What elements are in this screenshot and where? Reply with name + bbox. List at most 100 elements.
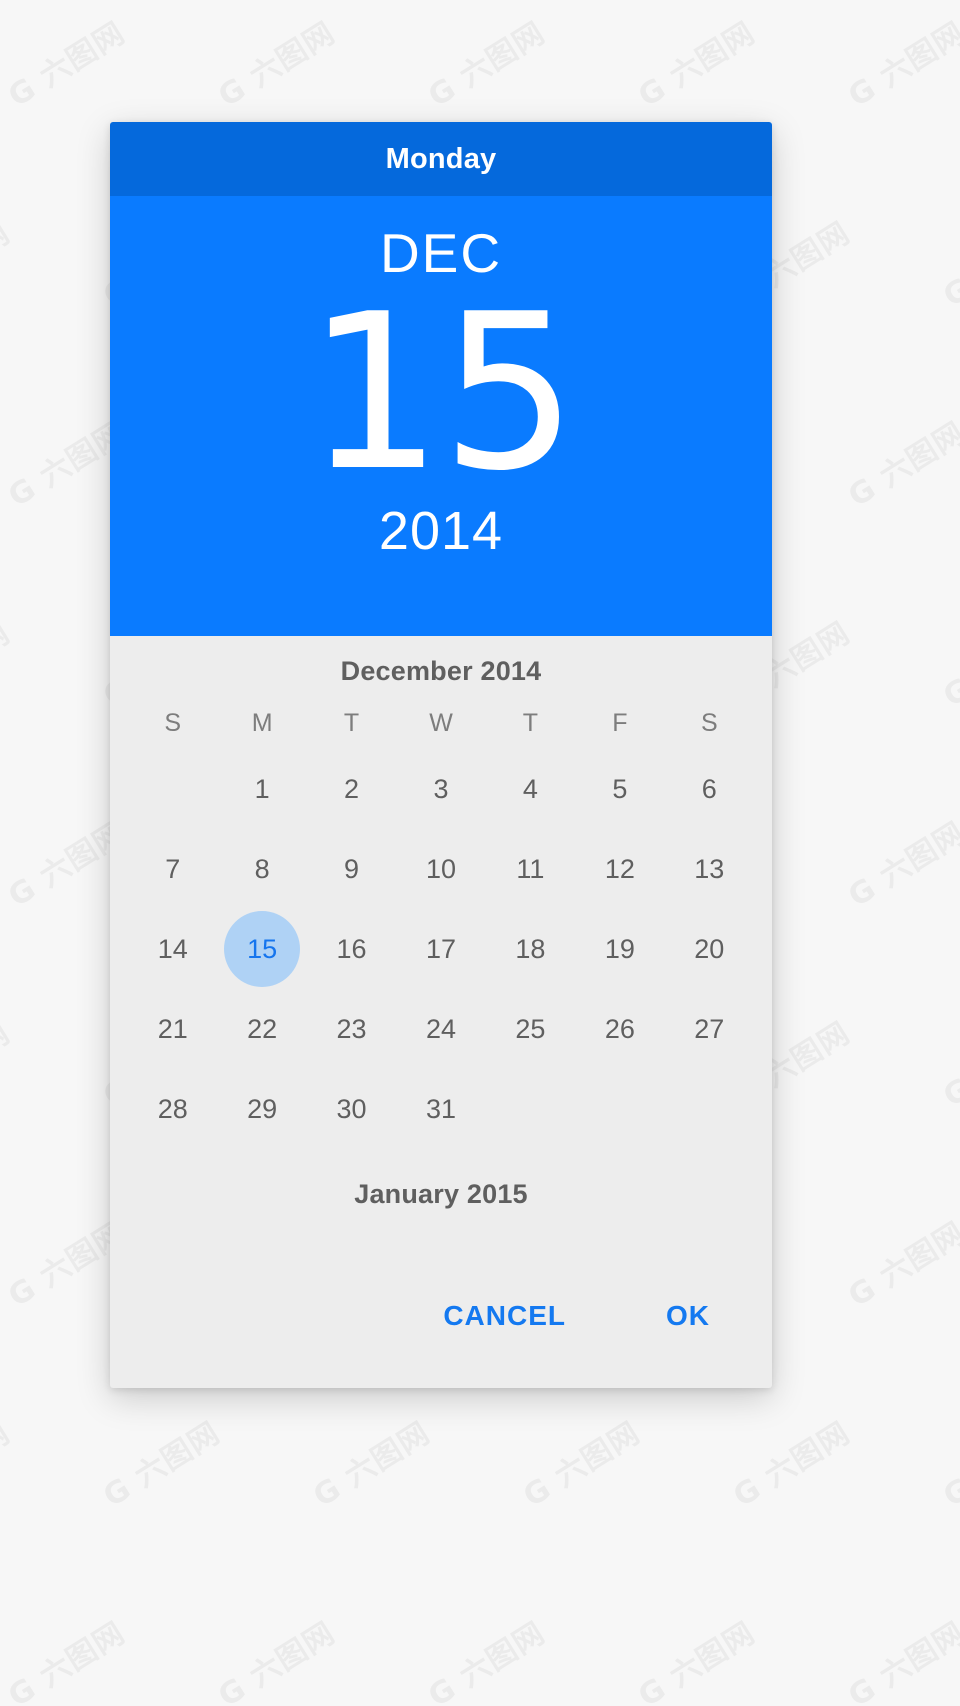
watermark-text: G 六图网: [0, 1015, 17, 1115]
day-cell[interactable]: 11: [486, 829, 575, 909]
day-cell[interactable]: 10: [396, 829, 485, 909]
watermark-text: G 六图网: [937, 1416, 960, 1515]
watermark-text: G 六图网: [422, 1615, 552, 1706]
day-number: 15: [247, 933, 278, 964]
weekday-header-4: T: [522, 709, 539, 737]
current-month-title: December 2014: [340, 656, 542, 686]
weekday-header-5: F: [612, 709, 628, 737]
day-number: 5: [612, 773, 628, 804]
day-number: 19: [604, 933, 635, 964]
day-number: 26: [604, 1013, 635, 1044]
day-cell[interactable]: 14: [128, 909, 217, 989]
day-cell[interactable]: 23: [307, 989, 396, 1069]
watermark-text: G 六图网: [842, 15, 960, 115]
ok-button[interactable]: OK: [662, 1290, 714, 1342]
day-number: 6: [701, 773, 717, 804]
day-number: 25: [515, 1013, 546, 1044]
day-cell[interactable]: 13: [665, 829, 754, 909]
watermark-text: G 六图网: [212, 15, 342, 115]
day-cell[interactable]: 30: [307, 1069, 396, 1149]
day-number: 30: [336, 1093, 367, 1124]
day-number: 1: [254, 773, 270, 804]
next-month-title[interactable]: January 2015: [110, 1149, 772, 1210]
day-cell[interactable]: 16: [307, 909, 396, 989]
day-number: 31: [425, 1093, 457, 1124]
day-cell[interactable]: 25: [486, 989, 575, 1069]
calendar-body: December 2014 SMTWTFS 1 2 3 4 5 6 7 8 9 10 11 12 13 1…: [110, 636, 772, 1210]
day-cell[interactable]: 24: [396, 989, 485, 1069]
watermark-text: G 六图网: [517, 1415, 647, 1515]
watermark-text: G 六图网: [212, 1615, 342, 1706]
day-cell[interactable]: 2: [307, 749, 396, 829]
day-cell-selected[interactable]: 15: [217, 909, 306, 989]
day-cell[interactable]: 12: [575, 829, 664, 909]
day-number: 11: [516, 853, 545, 884]
day-number: 16: [336, 933, 367, 964]
watermark-text: G 六图网: [937, 616, 960, 715]
hero-year[interactable]: 2014: [379, 504, 503, 558]
watermark-text: G 六图网: [632, 15, 762, 115]
day-cell-empty: [486, 1069, 575, 1149]
weekday-header-1: M: [251, 709, 273, 737]
watermark-text: G 六图网: [937, 1016, 960, 1115]
watermark-text: G 六图网: [937, 216, 960, 315]
day-cell[interactable]: 28: [128, 1069, 217, 1149]
day-cell[interactable]: 8: [217, 829, 306, 909]
watermark-text: G 六图网: [727, 1415, 857, 1515]
day-cell[interactable]: 31: [396, 1069, 485, 1149]
day-number: 27: [694, 1013, 725, 1044]
watermark-text: G 六图网: [97, 1415, 227, 1515]
day-number: 17: [425, 933, 457, 964]
day-cell[interactable]: 21: [128, 989, 217, 1069]
watermark-text: G 六图网: [632, 1615, 762, 1706]
watermark-text: G 六图网: [842, 415, 960, 515]
day-cell[interactable]: 1: [217, 749, 306, 829]
day-number: 12: [604, 853, 635, 884]
day-cell[interactable]: 3: [396, 749, 485, 829]
day-cell-empty: [128, 749, 217, 829]
watermark-text: G 六图网: [0, 215, 17, 315]
day-number: 28: [157, 1093, 188, 1124]
day-number: 8: [254, 853, 270, 884]
day-number: 10: [425, 853, 457, 884]
day-cell[interactable]: 4: [486, 749, 575, 829]
days-grid: 1 2 3 4 5 6 7 8 9 10 11 12 13 14 15 16 17 18 19 20 21 22 23 24 2…: [110, 745, 772, 1149]
day-cell[interactable]: 9: [307, 829, 396, 909]
day-cell-empty: [575, 1069, 664, 1149]
watermark-text: G 六图网: [842, 1615, 960, 1706]
day-cell[interactable]: 18: [486, 909, 575, 989]
day-cell[interactable]: 20: [665, 909, 754, 989]
day-cell[interactable]: 7: [128, 829, 217, 909]
cancel-button[interactable]: CANCEL: [439, 1290, 570, 1342]
day-cell-empty: [665, 1069, 754, 1149]
day-number: 21: [157, 1013, 188, 1044]
day-number: 23: [336, 1013, 367, 1044]
hero-day-number[interactable]: 15: [306, 283, 578, 503]
day-cell[interactable]: 5: [575, 749, 664, 829]
dialog-actions: CANCEL OK: [110, 1290, 772, 1342]
day-cell[interactable]: 6: [665, 749, 754, 829]
date-picker-dialog: Monday DEC 15 2014 December 2014 S M T W T F S…: [110, 122, 772, 1388]
weekday-header-6: S: [700, 709, 718, 737]
day-number: 9: [344, 853, 360, 884]
day-number: 3: [433, 773, 449, 804]
day-cell[interactable]: 19: [575, 909, 664, 989]
day-cell[interactable]: 17: [396, 909, 485, 989]
day-cell[interactable]: 26: [575, 989, 664, 1069]
day-number: 7: [165, 853, 181, 884]
selected-date-hero: DEC 15 2014: [110, 196, 772, 636]
day-number: 13: [694, 853, 725, 884]
watermark-text: G 六图网: [307, 1415, 437, 1515]
day-number: 2: [344, 773, 360, 804]
day-number: 22: [247, 1013, 278, 1044]
day-number: 14: [157, 933, 188, 964]
day-number: 29: [247, 1093, 278, 1124]
watermark-text: G 六图网: [2, 1615, 132, 1706]
day-cell[interactable]: 27: [665, 989, 754, 1069]
day-cell[interactable]: 22: [217, 989, 306, 1069]
watermark-text: G 六图网: [422, 15, 552, 115]
watermark-text: G 六图网: [842, 815, 960, 915]
watermark-text: G 六图网: [842, 1215, 960, 1315]
weekday-header-3: W: [429, 709, 453, 737]
day-cell[interactable]: 29: [217, 1069, 306, 1149]
